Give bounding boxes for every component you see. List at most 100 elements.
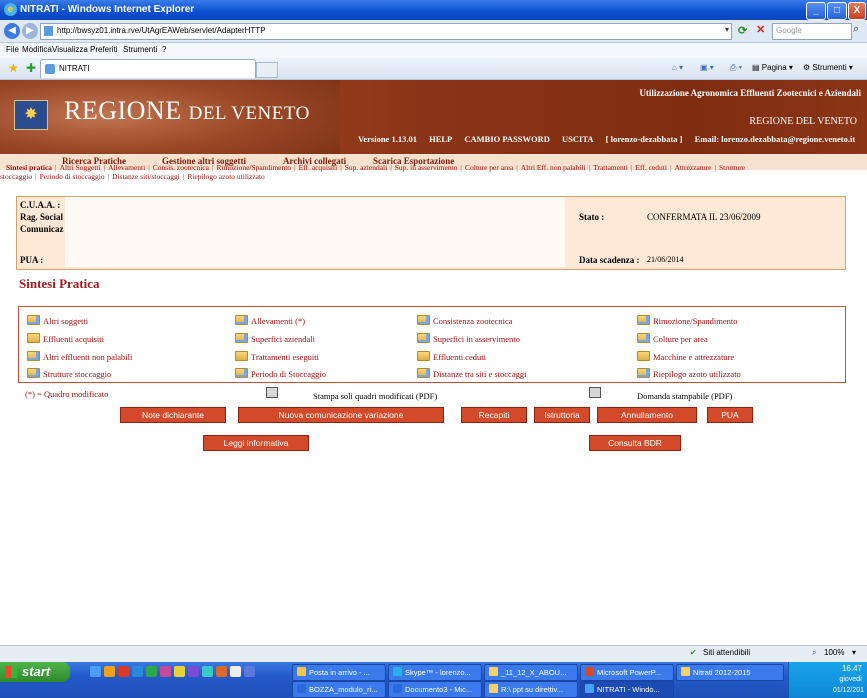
recapiti-button[interactable]: Recapiti (461, 407, 527, 423)
minimize-button[interactable]: _ (806, 2, 826, 20)
grid-link-effluenti-ceduti[interactable]: Effluenti ceduti (417, 351, 486, 362)
stop-icon[interactable]: ✕ (756, 23, 765, 36)
print-icon[interactable]: ⎙ ▾ (730, 63, 742, 73)
feeds-icon[interactable]: ▣ ▾ (700, 63, 714, 72)
search-icon[interactable]: ⌕ (853, 23, 859, 36)
task-ppt-folder[interactable]: R:\ ppt su direttiv... (484, 681, 578, 698)
quicklaunch-icon[interactable] (132, 666, 143, 677)
grid-link-periodo-stoccaggio[interactable]: Periodo di Stoccaggio (235, 368, 326, 379)
task-word-documento[interactable]: Documento3 - Mic... (388, 681, 482, 698)
grid-link-superfici-asservimento[interactable]: Superfici in asservimento (417, 333, 520, 344)
task-word-bozza[interactable]: BOZZA_modulo_ri... (292, 681, 386, 698)
url-input[interactable]: http://bwsyz01.intra.rve/UtAgrEAWeb/serv… (40, 23, 732, 40)
grid-link-macchine-attrezzature[interactable]: Macchine e attrezzature (637, 351, 734, 362)
grid-link-strutture-stoccaggio[interactable]: Strutture stoccaggio (27, 368, 111, 379)
change-password-link[interactable]: CAMBIO PASSWORD (464, 134, 550, 144)
sub-link-consis-zootecnica[interactable]: Consis. zootecnica (153, 163, 209, 172)
menu-modifica[interactable]: Modifica (22, 45, 52, 54)
sub-link-altri-soggetti[interactable]: Altri Soggetti (60, 163, 101, 172)
sub-link-strutture[interactable]: Strutture (719, 163, 745, 172)
tab-nitrati[interactable]: NITRATI (40, 59, 256, 78)
quicklaunch-icon[interactable] (216, 666, 227, 677)
sub-link-trattamenti[interactable]: Trattamenti (593, 163, 628, 172)
task-ie-nitrati[interactable]: NITRATI - Windo... (580, 681, 674, 698)
quicklaunch-icon[interactable] (104, 666, 115, 677)
search-input[interactable]: Google (772, 23, 852, 40)
consulta-bdr-button[interactable]: Consulta BDR (589, 435, 681, 451)
favorites-star-icon[interactable]: ★ (8, 61, 19, 75)
menu-strumenti[interactable]: Strumenti (123, 45, 157, 54)
maximize-button[interactable]: □ (827, 2, 847, 20)
menu-visualizza[interactable]: Visualizza (52, 45, 88, 54)
sub-link-sintesi-pratica[interactable]: Sintesi pratica (6, 163, 52, 172)
back-icon[interactable]: ◀ (4, 23, 20, 39)
exit-link[interactable]: USCITA (562, 134, 594, 144)
sub-link-stoccaggio[interactable]: stoccaggio (0, 172, 32, 181)
start-button[interactable]: start (0, 662, 70, 682)
sub-link-distanze-siti-stoccaggi[interactable]: Distanze siti/stoccaggi (112, 172, 180, 181)
sub-link-periodo-di-stoccaggio[interactable]: Periodo di stoccaggio (40, 172, 105, 181)
clock[interactable]: 16.47 (842, 664, 862, 673)
printer-icon[interactable] (589, 387, 601, 398)
printer-icon[interactable] (266, 387, 278, 398)
tools-menu[interactable]: ⚙ Strumenti ▾ (803, 63, 853, 72)
zoom-dropdown-icon[interactable]: ▾ (852, 648, 856, 657)
grid-link-rimozione-spandimento[interactable]: Rimozione/Spandimento (637, 315, 738, 326)
zoom-level[interactable]: 100% (824, 648, 844, 657)
quicklaunch-icon[interactable] (118, 666, 129, 677)
sub-link-sup-aziendali[interactable]: Sup. aziendali (345, 163, 388, 172)
sub-link-eff-ceduti[interactable]: Eff. ceduti (635, 163, 667, 172)
sub-link-colture-per-area[interactable]: Colture per area (465, 163, 513, 172)
quicklaunch-icon[interactable] (146, 666, 157, 677)
quicklaunch-icon[interactable] (202, 666, 213, 677)
note-dichiarante-button[interactable]: Note dichiarante (120, 407, 226, 423)
grid-link-riepilogo-azoto[interactable]: Riepilogo azoto utilizzato (637, 368, 741, 379)
new-tab-button[interactable] (256, 62, 278, 78)
grid-link-consistenza-zootecnica[interactable]: Consistenza zootecnica (417, 315, 513, 326)
grid-link-superfici-aziendali[interactable]: Superfici aziendali (235, 333, 315, 344)
grid-link-altri-effluenti[interactable]: Altri effluenti non palabili (27, 351, 132, 362)
close-button[interactable]: X (848, 2, 866, 20)
sub-link-eff-acquisiti[interactable]: Eff. acquisiti (299, 163, 338, 172)
print-modified-link[interactable]: Stampa soli quadri modificati (PDF) (313, 391, 437, 401)
menu-preferiti[interactable]: Preferiti (90, 45, 118, 54)
zoom-icon[interactable]: ⌕ (812, 648, 816, 658)
quicklaunch-ie-icon[interactable] (90, 666, 101, 677)
refresh-icon[interactable]: ⟳ (738, 24, 747, 37)
grid-link-colture-per-area[interactable]: Colture per area (637, 333, 708, 344)
grid-link-effluenti-acquisiti[interactable]: Effluenti acquisiti (27, 333, 104, 344)
quicklaunch-icon[interactable] (230, 666, 241, 677)
quicklaunch-icon[interactable] (160, 666, 171, 677)
help-link[interactable]: HELP (429, 134, 452, 144)
grid-link-trattamenti-eseguiti[interactable]: Trattamenti eseguiti (235, 351, 319, 362)
sub-link-sup-in-asservimento[interactable]: Sup. in asservimento (395, 163, 458, 172)
grid-link-distanze-siti[interactable]: Distanze tra siti e stoccaggi (417, 368, 526, 379)
sub-link-attrezzature[interactable]: Attrezzature (674, 163, 711, 172)
task-folder[interactable]: _11_12_X_ABOU... (484, 664, 578, 681)
menu-file[interactable]: File (6, 45, 19, 54)
home-icon[interactable]: ⌂ ▾ (672, 63, 683, 72)
grid-link-allevamenti[interactable]: Allevamenti (*) (235, 315, 305, 326)
annullamento-button[interactable]: Annullamento (597, 407, 697, 423)
quicklaunch-icon[interactable] (174, 666, 185, 677)
task-outlook[interactable]: Posta in arrivo - ... (292, 664, 386, 681)
grid-link-altri-soggetti[interactable]: Altri soggetti (27, 315, 88, 326)
quicklaunch-icon[interactable] (188, 666, 199, 677)
nuova-comunicazione-button[interactable]: Nuova comunicazione variazione (238, 407, 444, 423)
pua-button[interactable]: PUA (707, 407, 753, 423)
quicklaunch-icon[interactable] (244, 666, 255, 677)
page-menu[interactable]: ▤ Pagina ▾ (752, 63, 793, 72)
sub-link-riepilogo-azoto-utilizzato[interactable]: Riepilogo azoto utilizzato (187, 172, 264, 181)
url-dropdown-icon[interactable]: ▾ (725, 25, 729, 34)
leggi-informativa-button[interactable]: Leggi informativa (203, 435, 309, 451)
sub-link-rimozione-spandimento[interactable]: Rimozione/Spandimento (216, 163, 291, 172)
istruttoria-button[interactable]: Istruttoria (534, 407, 590, 423)
task-nitrati-folder[interactable]: Nitrati 2012-2015 (676, 664, 784, 681)
print-request-link[interactable]: Domanda stampabile (PDF) (637, 391, 732, 401)
add-favorite-icon[interactable]: ✚ (26, 61, 36, 75)
task-powerpoint[interactable]: Microsoft PowerP... (580, 664, 674, 681)
forward-icon[interactable]: ▶ (22, 23, 38, 39)
sub-link-altri-eff-non-palabili[interactable]: Altri Eff. non palabili (521, 163, 586, 172)
task-skype[interactable]: Skype™ - lorenzo... (388, 664, 482, 681)
menu-help[interactable]: ? (162, 45, 166, 54)
